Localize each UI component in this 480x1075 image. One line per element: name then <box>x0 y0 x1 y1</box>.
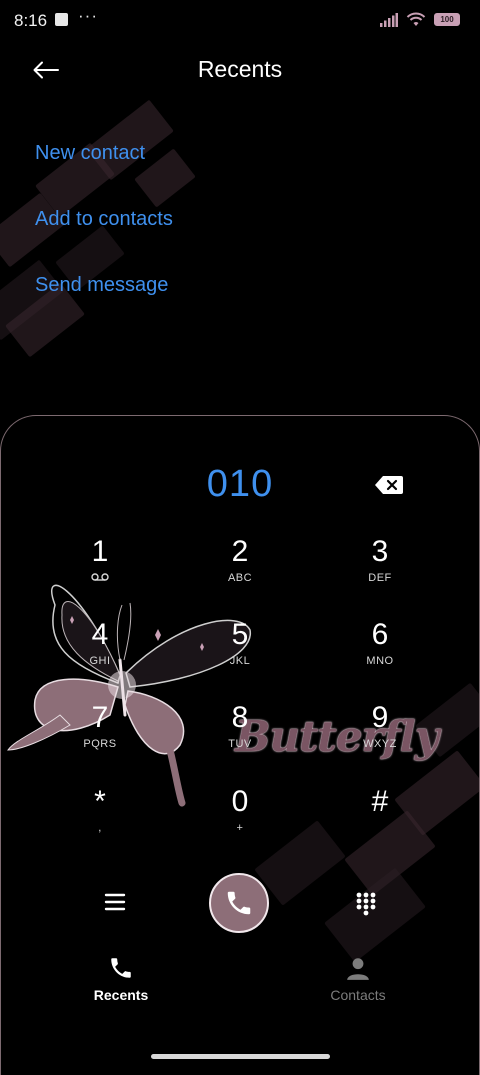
backspace-button[interactable] <box>374 474 404 496</box>
key-2[interactable]: 2 ABC <box>180 535 300 605</box>
key-digit: 2 <box>231 535 249 568</box>
header: Recents <box>0 48 480 92</box>
call-button[interactable] <box>209 873 269 933</box>
more-notifications-icon: ··· <box>78 6 98 25</box>
key-star[interactable]: * , <box>40 785 160 855</box>
key-hash[interactable]: # <box>320 785 440 855</box>
key-4[interactable]: 4 GHI <box>40 618 160 688</box>
key-letters <box>320 822 440 836</box>
key-7[interactable]: 7 PQRS <box>40 701 160 771</box>
key-digit: 9 <box>371 701 389 734</box>
battery-level: 100 <box>440 15 454 24</box>
add-to-contacts-link[interactable]: Add to contacts <box>35 208 173 231</box>
backspace-icon <box>375 476 403 494</box>
key-digit: 0 <box>231 785 249 818</box>
key-digit: 5 <box>231 618 249 651</box>
tab-contacts[interactable]: Contacts <box>298 955 418 1003</box>
new-contact-link[interactable]: New contact <box>35 142 145 165</box>
tab-label: Contacts <box>330 987 386 1003</box>
status-bar: 8:16 ··· 100 <box>0 0 480 42</box>
phone-icon <box>111 958 131 978</box>
key-letters: JKL <box>229 655 251 667</box>
hamburger-menu-icon <box>104 893 126 911</box>
key-digit: 8 <box>231 701 249 734</box>
tab-recents[interactable]: Recents <box>61 955 181 1003</box>
dialpad-icon <box>356 892 376 916</box>
send-message-link[interactable]: Send message <box>35 274 168 297</box>
key-3[interactable]: 3 DEF <box>320 535 440 605</box>
key-letters: ABC <box>227 572 253 584</box>
phone-icon <box>227 891 251 915</box>
key-digit: 6 <box>371 618 389 651</box>
key-letters: TUV <box>228 738 252 750</box>
key-6[interactable]: 6 MNO <box>320 618 440 688</box>
dialer-action-bar <box>0 873 480 935</box>
key-digit: * <box>94 785 106 818</box>
key-digit: 3 <box>371 535 389 568</box>
key-digit: # <box>371 785 389 818</box>
notification-icon <box>55 13 68 26</box>
key-digit: 7 <box>91 701 109 734</box>
bottom-navigation: Recents Contacts <box>0 955 480 1015</box>
key-letters: DEF <box>368 572 392 584</box>
wifi-icon <box>406 12 426 26</box>
key-1[interactable]: 1 <box>40 535 160 605</box>
menu-button[interactable] <box>103 891 127 913</box>
person-icon <box>347 958 369 980</box>
key-letters: WXYZ <box>363 738 397 750</box>
key-letters: , <box>98 822 102 834</box>
key-5[interactable]: 5 JKL <box>180 618 300 688</box>
battery-icon: 100 <box>434 13 460 26</box>
key-letters: + <box>236 822 244 834</box>
tab-label: Recents <box>93 987 149 1003</box>
key-digit: 1 <box>91 535 109 568</box>
page-title: Recents <box>197 56 283 82</box>
key-9[interactable]: 9 WXYZ <box>320 701 440 771</box>
dialpad-toggle-button[interactable] <box>355 891 377 917</box>
status-time: 8:16 <box>14 11 48 30</box>
home-indicator[interactable] <box>151 1054 330 1059</box>
voicemail-icon <box>91 573 109 581</box>
key-0[interactable]: 0 + <box>180 785 300 855</box>
key-8[interactable]: 8 TUV <box>180 701 300 771</box>
key-letters: GHI <box>89 655 111 667</box>
key-letters: PQRS <box>83 738 117 750</box>
key-digit: 4 <box>91 618 109 651</box>
signal-icon <box>380 12 398 27</box>
key-letters: MNO <box>366 655 394 667</box>
dialed-number: 010 <box>206 463 274 505</box>
